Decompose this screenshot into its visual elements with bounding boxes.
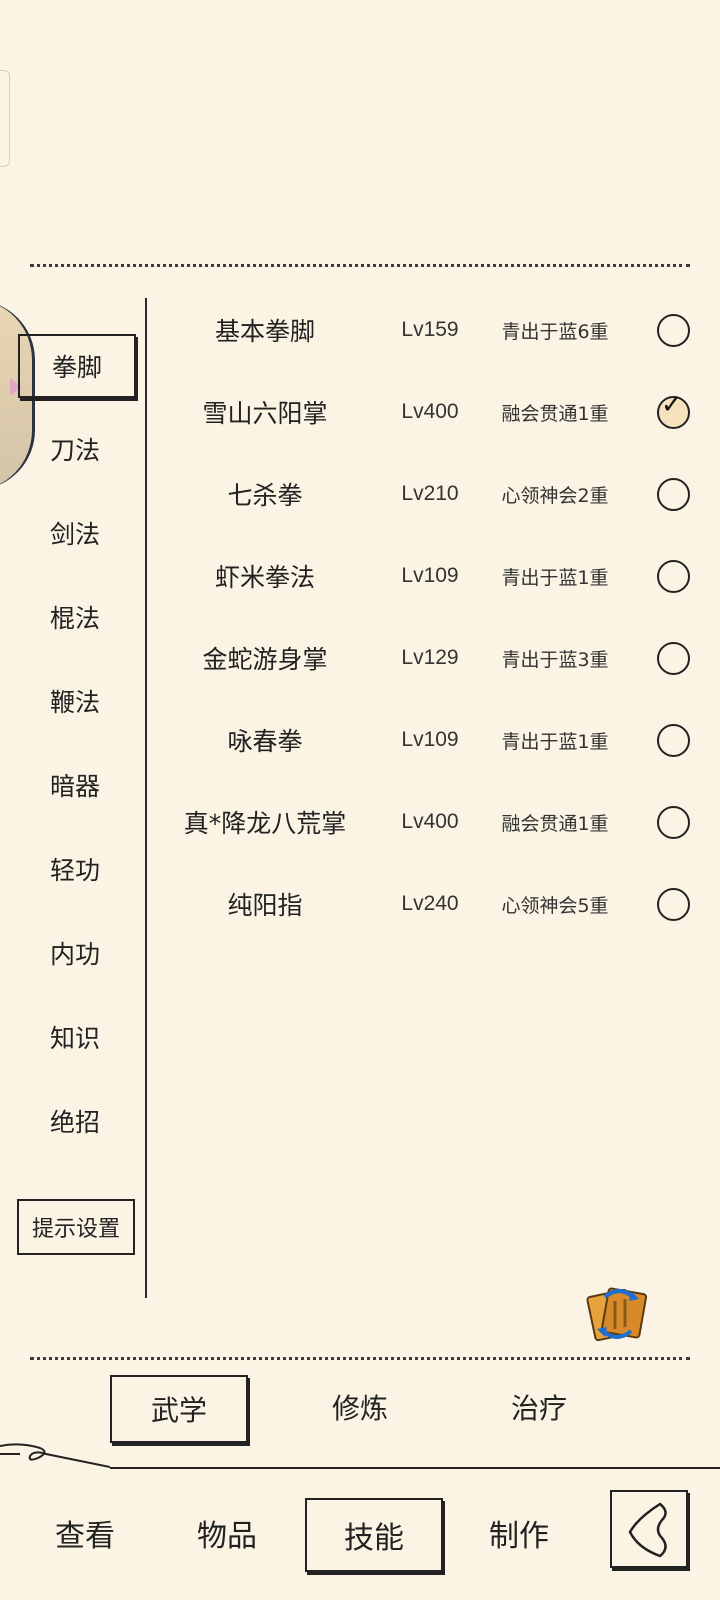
skill-row[interactable]: 雪山六阳掌 Lv400 融会贯通1重 ✓ <box>150 382 710 442</box>
skill-select-radio[interactable] <box>657 642 690 675</box>
back-button[interactable] <box>610 1490 688 1568</box>
skill-select-radio[interactable] <box>657 560 690 593</box>
category-tab-neigong[interactable]: 内功 <box>18 922 132 984</box>
checkmark-icon: ✓ <box>661 390 683 420</box>
back-arrow-icon <box>628 1502 667 1558</box>
skill-rank: 融会贯通1重 <box>501 812 609 835</box>
skill-level: Lv109 <box>401 564 459 587</box>
top-dotted-divider <box>30 264 690 267</box>
nav-tab-items[interactable]: 物品 <box>160 1498 294 1568</box>
subtab-wuxue[interactable]: 武学 <box>110 1375 248 1443</box>
skill-rank: 心领神会5重 <box>501 894 609 917</box>
skill-rank: 心领神会2重 <box>501 484 609 507</box>
skill-select-radio[interactable] <box>657 806 690 839</box>
skill-select-radio[interactable] <box>657 478 690 511</box>
decorative-swirl <box>0 1443 110 1468</box>
hint-settings-button[interactable]: 提示设置 <box>17 1199 135 1255</box>
skill-name: 七杀拳 <box>227 481 303 510</box>
skill-select-radio[interactable] <box>657 888 690 921</box>
skill-rank: 融会贯通1重 <box>501 402 609 425</box>
sidebar-vertical-divider <box>145 298 147 1298</box>
category-tab-anqi[interactable]: 暗器 <box>18 754 132 816</box>
nav-tab-view[interactable]: 查看 <box>18 1498 152 1568</box>
skill-row[interactable]: 金蛇游身掌 Lv129 青出于蓝3重 <box>150 628 710 688</box>
skill-select-radio[interactable]: ✓ <box>657 392 690 429</box>
skill-name: 真*降龙八荒掌 <box>183 809 347 838</box>
skill-row[interactable]: 虾米拳法 Lv109 青出于蓝1重 <box>150 546 710 606</box>
skill-name: 基本拳脚 <box>214 317 315 346</box>
category-tab-quanjiao[interactable]: 拳脚 <box>18 334 136 398</box>
skill-select-radio[interactable] <box>657 314 690 347</box>
skill-rank: 青出于蓝1重 <box>501 566 609 589</box>
skill-rank: 青出于蓝3重 <box>501 648 609 671</box>
skill-row[interactable]: 纯阳指 Lv240 心领神会5重 <box>150 874 710 934</box>
category-tab-daofa[interactable]: 刀法 <box>18 418 132 480</box>
nav-tab-crafting[interactable]: 制作 <box>452 1498 586 1568</box>
skill-level: Lv159 <box>401 318 459 341</box>
skill-row[interactable]: 真*降龙八荒掌 Lv400 融会贯通1重 <box>150 792 710 852</box>
skill-level: Lv129 <box>401 646 459 669</box>
skill-name: 纯阳指 <box>227 891 303 920</box>
skill-rank: 青出于蓝6重 <box>501 320 609 343</box>
subtab-zhiliao[interactable]: 治疗 <box>472 1375 606 1439</box>
subtab-xiulian[interactable]: 修炼 <box>293 1375 427 1439</box>
skill-name: 雪山六阳掌 <box>202 399 328 428</box>
bottom-nav-divider <box>110 1467 720 1469</box>
skill-name: 咏春拳 <box>227 727 303 756</box>
skill-rank: 青出于蓝1重 <box>501 730 609 753</box>
skill-level: Lv400 <box>401 400 459 423</box>
skill-level: Lv210 <box>401 482 459 505</box>
category-tab-bianfa[interactable]: 鞭法 <box>18 670 132 732</box>
skill-level: Lv109 <box>401 728 459 751</box>
skill-level: Lv240 <box>401 892 459 915</box>
category-tab-qinggong[interactable]: 轻功 <box>18 838 132 900</box>
category-tab-juezhao[interactable]: 绝招 <box>18 1090 132 1152</box>
top-panel-frame <box>0 70 10 167</box>
skill-row[interactable]: 七杀拳 Lv210 心领神会2重 <box>150 464 710 524</box>
skill-name: 虾米拳法 <box>214 563 315 592</box>
skill-name: 金蛇游身掌 <box>202 645 328 674</box>
nav-tab-skills[interactable]: 技能 <box>305 1498 443 1572</box>
category-tab-jianfa[interactable]: 剑法 <box>18 502 132 564</box>
skill-select-radio[interactable] <box>657 724 690 757</box>
category-tab-gunfa[interactable]: 棍法 <box>18 586 132 648</box>
swap-skills-icon[interactable] <box>585 1283 651 1343</box>
category-tab-zhishi[interactable]: 知识 <box>18 1006 132 1068</box>
skill-row[interactable]: 基本拳脚 Lv159 青出于蓝6重 <box>150 300 710 360</box>
skill-row[interactable]: 咏春拳 Lv109 青出于蓝1重 <box>150 710 710 770</box>
bottom-dotted-divider <box>30 1357 690 1360</box>
skill-level: Lv400 <box>401 810 459 833</box>
